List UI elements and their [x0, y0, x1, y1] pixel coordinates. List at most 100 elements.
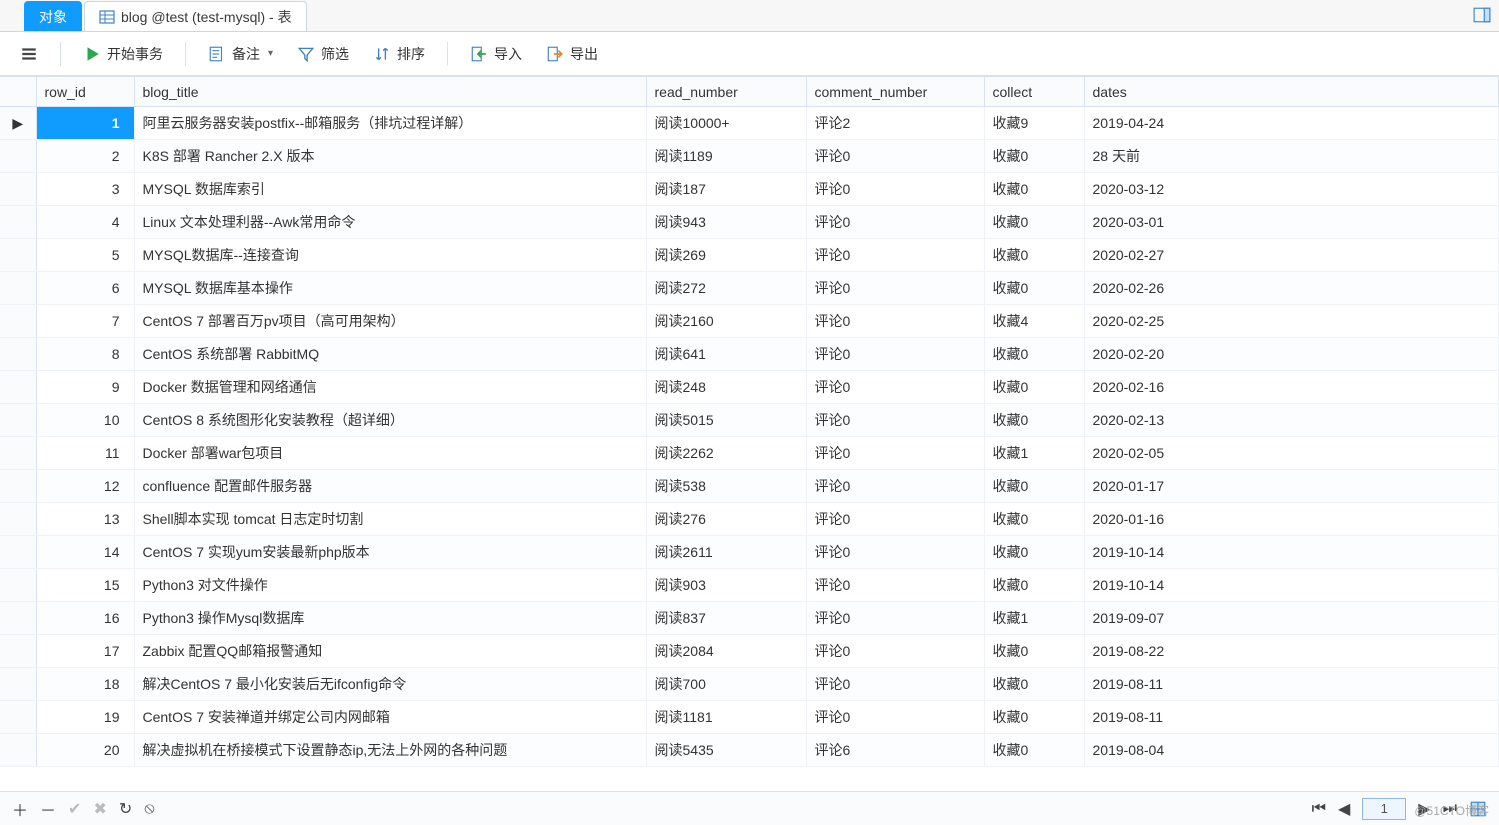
cell-collect[interactable]: 收藏0	[984, 338, 1084, 371]
cell-comment-number[interactable]: 评论0	[806, 569, 984, 602]
page-input[interactable]: 1	[1362, 798, 1406, 820]
cell-dates[interactable]: 2020-02-26	[1084, 272, 1499, 305]
cell-collect[interactable]: 收藏4	[984, 305, 1084, 338]
table-row[interactable]: 14CentOS 7 实现yum安装最新php版本阅读2611评论0收藏0201…	[0, 536, 1499, 569]
table-row[interactable]: 8CentOS 系统部署 RabbitMQ阅读641评论0收藏02020-02-…	[0, 338, 1499, 371]
cell-blog-title[interactable]: MYSQL数据库--连接查询	[134, 239, 646, 272]
cell-comment-number[interactable]: 评论2	[806, 107, 984, 140]
row-gutter[interactable]	[0, 239, 36, 272]
cell-row-id[interactable]: 1	[36, 107, 134, 140]
first-page-button[interactable]: ⏮	[1312, 800, 1326, 818]
cell-comment-number[interactable]: 评论0	[806, 371, 984, 404]
row-gutter[interactable]	[0, 173, 36, 206]
cell-blog-title[interactable]: CentOS 系统部署 RabbitMQ	[134, 338, 646, 371]
export-button[interactable]: 导出	[538, 40, 606, 68]
tab-objects[interactable]: 对象	[24, 1, 82, 31]
cell-row-id[interactable]: 12	[36, 470, 134, 503]
cell-blog-title[interactable]: 解决CentOS 7 最小化安装后无ifconfig命令	[134, 668, 646, 701]
memo-button[interactable]: 备注 ▾	[200, 40, 281, 68]
row-gutter[interactable]	[0, 602, 36, 635]
table-row[interactable]: 18解决CentOS 7 最小化安装后无ifconfig命令阅读700评论0收藏…	[0, 668, 1499, 701]
cell-read-number[interactable]: 阅读538	[646, 470, 806, 503]
row-gutter[interactable]	[0, 503, 36, 536]
table-row[interactable]: 11Docker 部署war包项目阅读2262评论0收藏12020-02-05	[0, 437, 1499, 470]
delete-row-button[interactable]: －	[40, 797, 56, 821]
row-gutter[interactable]	[0, 734, 36, 767]
cell-read-number[interactable]: 阅读1181	[646, 701, 806, 734]
cell-row-id[interactable]: 3	[36, 173, 134, 206]
cell-collect[interactable]: 收藏0	[984, 734, 1084, 767]
cell-row-id[interactable]: 10	[36, 404, 134, 437]
table-row[interactable]: 12confluence 配置邮件服务器阅读538评论0收藏02020-01-1…	[0, 470, 1499, 503]
cell-row-id[interactable]: 2	[36, 140, 134, 173]
row-gutter[interactable]	[0, 536, 36, 569]
cell-comment-number[interactable]: 评论0	[806, 470, 984, 503]
cell-dates[interactable]: 2019-10-14	[1084, 569, 1499, 602]
cell-row-id[interactable]: 20	[36, 734, 134, 767]
cell-read-number[interactable]: 阅读943	[646, 206, 806, 239]
cell-dates[interactable]: 2020-02-13	[1084, 404, 1499, 437]
cell-collect[interactable]: 收藏0	[984, 173, 1084, 206]
cell-dates[interactable]: 2019-08-22	[1084, 635, 1499, 668]
cell-dates[interactable]: 2019-04-24	[1084, 107, 1499, 140]
table-row[interactable]: 7CentOS 7 部署百万pv项目（高可用架构）阅读2160评论0收藏4202…	[0, 305, 1499, 338]
cell-collect[interactable]: 收藏0	[984, 536, 1084, 569]
filter-button[interactable]: 筛选	[289, 40, 357, 68]
cell-row-id[interactable]: 19	[36, 701, 134, 734]
cell-collect[interactable]: 收藏0	[984, 239, 1084, 272]
cell-read-number[interactable]: 阅读272	[646, 272, 806, 305]
table-row[interactable]: 15Python3 对文件操作阅读903评论0收藏02019-10-14	[0, 569, 1499, 602]
cell-comment-number[interactable]: 评论0	[806, 668, 984, 701]
cell-blog-title[interactable]: CentOS 7 安装禅道并绑定公司内网邮箱	[134, 701, 646, 734]
cell-comment-number[interactable]: 评论0	[806, 701, 984, 734]
cell-read-number[interactable]: 阅读2262	[646, 437, 806, 470]
cell-blog-title[interactable]: 阿里云服务器安装postfix--邮箱服务（排坑过程详解）	[134, 107, 646, 140]
row-gutter[interactable]	[0, 635, 36, 668]
cell-comment-number[interactable]: 评论0	[806, 437, 984, 470]
cell-blog-title[interactable]: Python3 操作Mysql数据库	[134, 602, 646, 635]
col-read-number[interactable]: read_number	[646, 77, 806, 107]
table-row[interactable]: 17Zabbix 配置QQ邮箱报警通知阅读2084评论0收藏02019-08-2…	[0, 635, 1499, 668]
cell-read-number[interactable]: 阅读5435	[646, 734, 806, 767]
table-row[interactable]: ▶1阿里云服务器安装postfix--邮箱服务（排坑过程详解）阅读10000+评…	[0, 107, 1499, 140]
row-gutter[interactable]	[0, 140, 36, 173]
stop-button[interactable]: ⦸	[144, 800, 154, 818]
cell-read-number[interactable]: 阅读10000+	[646, 107, 806, 140]
cell-blog-title[interactable]: Shell脚本实现 tomcat 日志定时切割	[134, 503, 646, 536]
row-gutter[interactable]	[0, 569, 36, 602]
row-gutter[interactable]	[0, 305, 36, 338]
cell-row-id[interactable]: 16	[36, 602, 134, 635]
cell-blog-title[interactable]: CentOS 8 系统图形化安装教程（超详细）	[134, 404, 646, 437]
cell-blog-title[interactable]: Zabbix 配置QQ邮箱报警通知	[134, 635, 646, 668]
cell-comment-number[interactable]: 评论0	[806, 305, 984, 338]
cell-collect[interactable]: 收藏0	[984, 701, 1084, 734]
row-gutter[interactable]	[0, 668, 36, 701]
cell-comment-number[interactable]: 评论0	[806, 602, 984, 635]
table-row[interactable]: 6MYSQL 数据库基本操作阅读272评论0收藏02020-02-26	[0, 272, 1499, 305]
cell-collect[interactable]: 收藏0	[984, 470, 1084, 503]
cell-dates[interactable]: 2019-10-14	[1084, 536, 1499, 569]
cell-collect[interactable]: 收藏0	[984, 635, 1084, 668]
cell-dates[interactable]: 2020-01-17	[1084, 470, 1499, 503]
add-row-button[interactable]: ＋	[12, 797, 28, 821]
sidebar-toggle-icon[interactable]	[1473, 6, 1491, 24]
cell-comment-number[interactable]: 评论0	[806, 338, 984, 371]
cell-row-id[interactable]: 13	[36, 503, 134, 536]
cell-row-id[interactable]: 9	[36, 371, 134, 404]
row-gutter[interactable]	[0, 404, 36, 437]
cell-row-id[interactable]: 17	[36, 635, 134, 668]
cell-read-number[interactable]: 阅读2084	[646, 635, 806, 668]
cell-row-id[interactable]: 11	[36, 437, 134, 470]
cell-read-number[interactable]: 阅读700	[646, 668, 806, 701]
cell-row-id[interactable]: 7	[36, 305, 134, 338]
row-gutter[interactable]	[0, 701, 36, 734]
cell-row-id[interactable]: 15	[36, 569, 134, 602]
table-row[interactable]: 3MYSQL 数据库索引阅读187评论0收藏02020-03-12	[0, 173, 1499, 206]
cell-collect[interactable]: 收藏0	[984, 668, 1084, 701]
row-gutter[interactable]	[0, 437, 36, 470]
cell-blog-title[interactable]: K8S 部署 Rancher 2.X 版本	[134, 140, 646, 173]
cell-dates[interactable]: 2020-02-27	[1084, 239, 1499, 272]
cell-row-id[interactable]: 18	[36, 668, 134, 701]
cell-comment-number[interactable]: 评论0	[806, 206, 984, 239]
row-gutter[interactable]	[0, 470, 36, 503]
